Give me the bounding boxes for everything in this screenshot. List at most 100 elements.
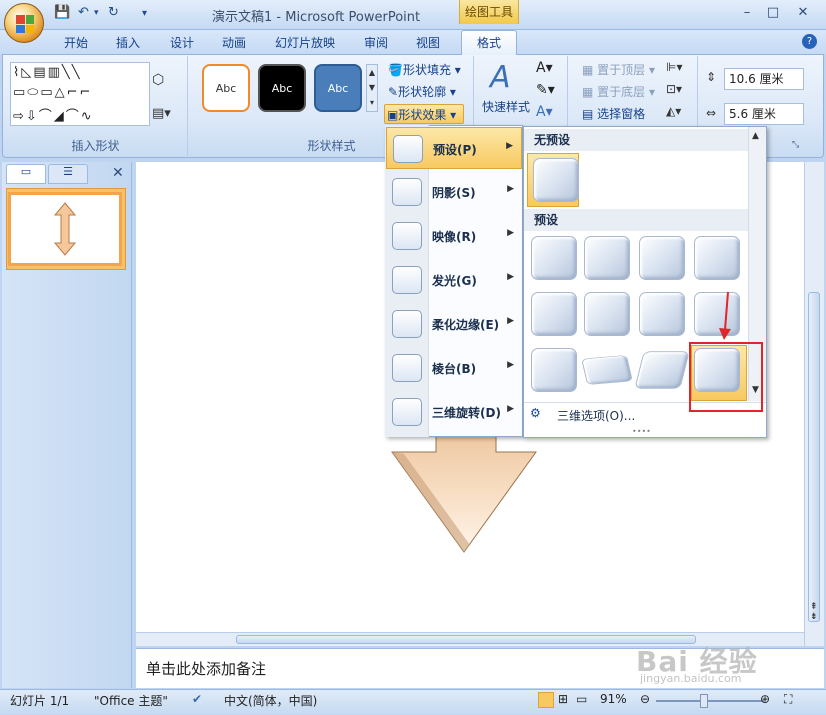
preset-swatch-2[interactable] — [584, 236, 630, 280]
tab-outline[interactable]: ☰ — [48, 164, 88, 184]
height-icon: ⇕ — [706, 70, 717, 84]
tab-home[interactable]: 开始 — [58, 32, 94, 54]
help-icon[interactable]: ? — [802, 34, 817, 49]
minimize-button[interactable]: – — [736, 4, 758, 22]
preset-swatch-4[interactable] — [694, 236, 740, 280]
send-to-back-button[interactable]: ▦ 置于底层 ▾ — [582, 82, 655, 102]
vertical-scroll-thumb[interactable] — [808, 292, 820, 622]
preset-swatch-3[interactable] — [639, 236, 685, 280]
shape-width-input[interactable]: 5.6 厘米 — [724, 103, 804, 125]
shape-effects-button[interactable]: ▣形状效果 ▾ — [384, 104, 464, 124]
text-outline-icon[interactable]: ✎▾ — [536, 82, 555, 98]
undo-dropdown-icon[interactable]: ▾ — [94, 8, 99, 26]
close-button[interactable]: ✕ — [792, 4, 814, 22]
tab-view[interactable]: 视图 — [410, 32, 446, 54]
customize-qat-icon[interactable]: ▾ — [142, 8, 147, 26]
highlight-box — [689, 342, 763, 412]
width-icon: ⇔ — [706, 106, 717, 120]
shape-outline-button[interactable]: ✎形状轮廓 ▾ — [388, 82, 456, 102]
tab-format[interactable]: 格式 — [461, 30, 517, 55]
slide-thumbnail[interactable] — [8, 192, 122, 266]
selection-pane-icon: ▤ — [582, 107, 594, 121]
menu-item-label: 预设(P) — [433, 143, 477, 157]
preset-swatch-10[interactable] — [581, 355, 633, 385]
quick-styles-a-icon[interactable]: A — [490, 60, 511, 95]
tab-slideshow[interactable]: 幻灯片放映 — [268, 32, 342, 54]
preset-swatch-1[interactable] — [531, 236, 577, 280]
shape-height-input[interactable]: 10.6 厘米 — [724, 68, 804, 90]
no-preset-swatch[interactable] — [533, 158, 579, 202]
office-button[interactable] — [4, 3, 44, 43]
zoom-out-icon[interactable]: ⊖ — [640, 692, 650, 706]
tab-animations[interactable]: 动画 — [216, 32, 252, 54]
styles-gallery-scroll[interactable]: ▲ ▼ ▾ — [366, 64, 378, 112]
prev-next-slide-icon[interactable]: ⇞ ⇟ — [810, 602, 818, 622]
zoom-level[interactable]: 91% — [600, 692, 627, 706]
menu-item-glow[interactable]: 发光(G) ▶ — [386, 259, 522, 301]
redo-icon[interactable]: ↻ — [108, 5, 119, 23]
bring-front-label: 置于顶层 — [597, 63, 646, 77]
selection-pane-button[interactable]: ▤ 选择窗格 — [582, 104, 645, 124]
menu-item-label: 三维旋转(D) — [432, 406, 501, 420]
soft-edges-icon — [392, 310, 422, 338]
quick-styles-button[interactable]: 快速样式 — [482, 98, 530, 115]
shape-style-black[interactable]: Abc — [258, 64, 306, 112]
align-icon[interactable]: ⊫▾ — [666, 60, 682, 74]
menu-item-3d-rotation[interactable]: 三维旋转(D) ▶ — [386, 391, 522, 433]
scroll-up-icon[interactable]: ▲ — [752, 131, 759, 141]
menu-item-preset[interactable]: 预设(P) ▶ — [386, 127, 522, 169]
preset-swatch-7[interactable] — [639, 292, 685, 336]
theme-name: "Office 主题" — [94, 694, 168, 708]
menu-item-soft-edges[interactable]: 柔化边缘(E) ▶ — [386, 303, 522, 345]
menu-item-shadow[interactable]: 阴影(S) ▶ — [386, 171, 522, 213]
shape-style-orange-outline[interactable]: Abc — [202, 64, 250, 112]
tab-review[interactable]: 审阅 — [358, 32, 394, 54]
language-indicator[interactable]: 中文(简体，中国) — [224, 692, 317, 709]
save-icon[interactable]: 💾 — [54, 5, 70, 23]
shape-outline-label: 形状轮廓 — [398, 85, 447, 99]
spell-check-icon[interactable]: ✔ — [192, 692, 202, 706]
shapes-gallery[interactable]: ⌇◺▤▥╲╲ ▭⬭▭△⌐⌐ ⇨⇩⌒◢⌒∿ — [10, 62, 150, 126]
slideshow-view-icon[interactable]: ▭ — [576, 692, 587, 706]
tab-slides[interactable]: ▭ — [6, 164, 46, 184]
shape-effects-label: 形状效果 — [398, 108, 447, 122]
office-logo-icon — [16, 15, 34, 33]
slide-sorter-icon[interactable]: ⊞ — [558, 692, 568, 706]
edit-shape-icon[interactable]: ⬡ — [152, 72, 164, 88]
menu-item-label: 发光(G) — [432, 274, 477, 288]
menu-item-bevel[interactable]: 棱台(B) ▶ — [386, 347, 522, 389]
rotate-icon[interactable]: ◭▾ — [666, 104, 681, 118]
size-dialog-launcher-icon[interactable]: ⤡ — [792, 140, 799, 150]
tab-insert[interactable]: 插入 — [110, 32, 146, 54]
notes-placeholder[interactable]: 单击此处添加备注 — [146, 658, 266, 679]
pencil-icon: ✎ — [388, 85, 399, 99]
preset-swatch-6[interactable] — [584, 292, 630, 336]
preset-swatch-5[interactable] — [531, 292, 577, 336]
zoom-slider-track[interactable] — [656, 700, 764, 702]
text-effects-icon[interactable]: A▾ — [536, 104, 553, 120]
menu-item-reflection[interactable]: 映像(R) ▶ — [386, 215, 522, 257]
menu-item-label: 棱台(B) — [432, 362, 477, 376]
bring-to-front-button[interactable]: ▦ 置于顶层 ▾ — [582, 60, 655, 80]
shape-fill-button[interactable]: 🪣形状填充 ▾ — [388, 60, 461, 80]
fit-slide-icon[interactable]: ⛶ — [784, 692, 792, 707]
text-box-icon[interactable]: ▤▾ — [152, 106, 171, 121]
maximize-button[interactable]: □ — [762, 4, 784, 22]
text-fill-icon[interactable]: A▾ — [536, 60, 553, 76]
3d-options-label[interactable]: 三维选项(O)... — [557, 407, 635, 424]
undo-icon[interactable]: ↶ — [78, 5, 89, 23]
zoom-slider-thumb[interactable] — [700, 694, 708, 708]
preset-swatch-9[interactable] — [531, 348, 577, 392]
zoom-in-icon[interactable]: ⊕ — [760, 692, 770, 706]
horizontal-scroll-thumb[interactable] — [236, 635, 696, 644]
resize-grip-icon[interactable]: •••• — [632, 427, 651, 436]
group-icon[interactable]: ⊡▾ — [666, 82, 682, 96]
bring-front-icon: ▦ — [582, 63, 594, 77]
close-pane-icon[interactable]: ✕ — [112, 165, 124, 181]
vertical-scrollbar[interactable]: ⇞ ⇟ — [804, 162, 824, 646]
preset-swatch-11[interactable] — [634, 351, 690, 389]
menu-item-label: 柔化边缘(E) — [432, 318, 500, 332]
tab-design[interactable]: 设计 — [164, 32, 200, 54]
normal-view-icon[interactable] — [538, 692, 554, 708]
shape-style-blue[interactable]: Abc — [314, 64, 362, 112]
